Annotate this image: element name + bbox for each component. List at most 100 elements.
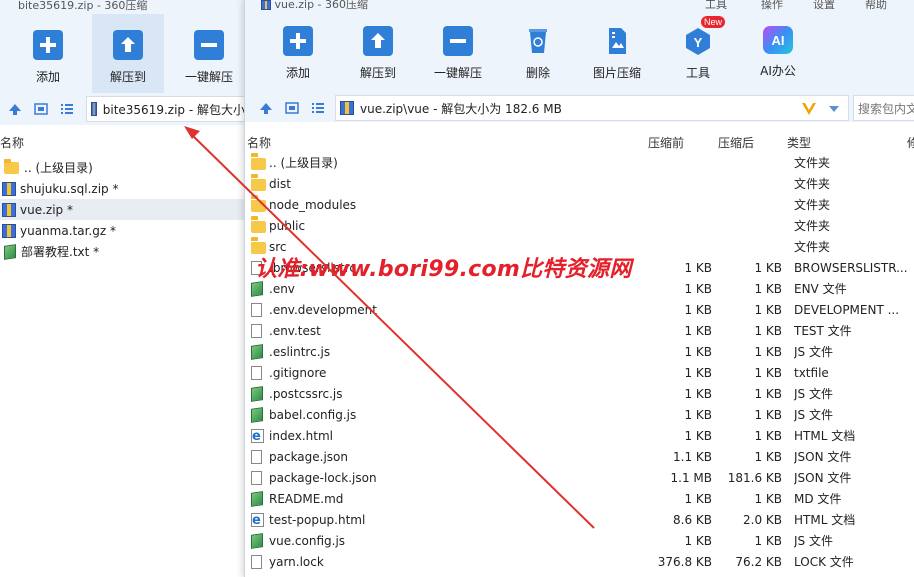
view-list-icon[interactable] [311, 101, 325, 115]
table-row[interactable]: .gitignore 1 KB 1 KB txtfile [245, 363, 914, 384]
table-row[interactable]: package.json 1.1 KB 1 KB JSON 文件 [245, 447, 914, 468]
back-column-name[interactable]: 名称 [0, 132, 24, 154]
extract-to-button[interactable]: 解压到 [351, 0, 405, 80]
size-after: 1 KB [754, 492, 782, 506]
image-compress-icon [602, 26, 632, 56]
back-one-click-extract-button[interactable]: 一键解压 [178, 14, 240, 93]
table-row[interactable]: index.html 1 KB 1 KB HTML 文档 [245, 426, 914, 447]
html-file-icon [251, 429, 266, 444]
back-add-button[interactable]: 添加 [18, 14, 78, 93]
file-icon [251, 555, 262, 569]
list-item[interactable]: shujuku.sql.zip * [0, 178, 244, 199]
table-row[interactable]: .postcssrc.js 1 KB 1 KB JS 文件 [245, 384, 914, 405]
size-before: 1.1 MB [670, 471, 712, 485]
table-row[interactable]: yarn.lock 376.8 KB 76.2 KB LOCK 文件 [245, 552, 914, 573]
file-type: JSON 文件 [794, 471, 852, 485]
one-click-extract-button[interactable]: 一键解压 [428, 0, 488, 80]
file-type: 文件夹 [794, 177, 831, 191]
zip-icon [340, 101, 354, 115]
table-row[interactable]: .env.development 1 KB 1 KB DEVELOPMENT ... [245, 300, 914, 321]
front-address-bar: vue.zip\vue - 解包大小为 182.6 MB 搜索包内文 [245, 92, 914, 122]
file-type: JS 文件 [794, 345, 833, 359]
chevron-down-icon[interactable] [828, 105, 840, 113]
folder-icon [251, 179, 266, 191]
delete-button[interactable]: 删除 [515, 0, 561, 80]
menu-settings[interactable]: 设置 [813, 0, 835, 12]
column-before[interactable]: 压缩前 [648, 132, 684, 154]
file-name: yarn.lock [269, 555, 324, 569]
up-arrow-icon[interactable] [8, 102, 22, 116]
list-item[interactable]: .. (上级目录) [0, 157, 244, 178]
ai-office-icon: AI [763, 26, 793, 54]
table-row[interactable]: test-popup.html 8.6 KB 2.0 KB HTML 文档 [245, 510, 914, 531]
file-type: 文件夹 [794, 198, 831, 212]
green-file-icon [251, 386, 266, 402]
size-after: 1 KB [754, 408, 782, 422]
green-file-icon [251, 344, 266, 360]
size-before: 1 KB [684, 408, 712, 422]
table-row[interactable]: vue.config.js 1 KB 1 KB JS 文件 [245, 531, 914, 552]
view-thumbnail-icon[interactable] [285, 101, 299, 115]
file-type: HTML 文档 [794, 513, 856, 527]
one-click-extract-icon [194, 30, 224, 60]
green-file-icon [251, 407, 266, 423]
column-modified[interactable]: 修 [907, 132, 914, 154]
tools-button[interactable]: Y 工具 New [675, 0, 726, 80]
file-name: .postcssrc.js [269, 387, 343, 401]
green-file-icon [251, 386, 263, 402]
file-name: index.html [269, 429, 333, 443]
file-icon [251, 555, 266, 570]
search-input[interactable]: 搜索包内文 [853, 95, 914, 121]
one-click-extract-icon [443, 26, 473, 56]
delete-icon [523, 26, 553, 56]
ai-office-button[interactable]: AI AI办公 [753, 0, 803, 79]
view-thumbnail-icon[interactable] [34, 102, 48, 116]
size-after: 1 KB [754, 429, 782, 443]
address-field[interactable]: vue.zip\vue - 解包大小为 182.6 MB [335, 95, 849, 121]
vue-logo-icon [802, 103, 816, 115]
file-type: JSON 文件 [794, 450, 852, 464]
column-name[interactable]: 名称 [247, 132, 271, 154]
table-row[interactable]: README.md 1 KB 1 KB MD 文件 [245, 489, 914, 510]
add-button[interactable]: 添加 [271, 0, 325, 80]
file-name: public [269, 219, 306, 233]
back-address-field[interactable]: bite35619.zip - 解包大小 [86, 96, 246, 122]
table-row[interactable]: .env.test 1 KB 1 KB TEST 文件 [245, 321, 914, 342]
file-type: 文件夹 [794, 156, 831, 170]
view-list-icon[interactable] [60, 102, 74, 116]
table-row[interactable]: node_modules 文件夹 [245, 195, 914, 216]
extract-to-icon [113, 30, 143, 60]
file-type: HTML 文档 [794, 429, 856, 443]
table-row[interactable]: public 文件夹 [245, 216, 914, 237]
up-arrow-icon[interactable] [259, 101, 273, 115]
size-before: 1 KB [684, 492, 712, 506]
column-type[interactable]: 类型 [787, 132, 811, 154]
folder-icon [251, 156, 266, 171]
size-before: 1.1 KB [673, 450, 712, 464]
size-after: 2.0 KB [743, 513, 782, 527]
folder-icon [251, 219, 266, 234]
folder-icon [251, 200, 266, 212]
table-row[interactable]: package-lock.json 1.1 MB 181.6 KB JSON 文件 [245, 468, 914, 489]
file-icon [251, 303, 262, 317]
list-item[interactable]: yuanma.tar.gz * [0, 220, 244, 241]
folder-icon [251, 221, 266, 233]
zip-icon [261, 0, 271, 10]
file-icon [251, 324, 262, 338]
table-row[interactable]: .. (上级目录) 文件夹 [245, 153, 914, 174]
table-row[interactable]: .eslintrc.js 1 KB 1 KB JS 文件 [245, 342, 914, 363]
menu-help[interactable]: 帮助 [865, 0, 887, 12]
size-before: 1 KB [684, 282, 712, 296]
image-compress-button[interactable]: 图片压缩 [587, 0, 647, 80]
file-name: vue.config.js [269, 534, 346, 548]
file-icon [251, 366, 266, 381]
list-item[interactable]: vue.zip * [0, 199, 244, 220]
table-row[interactable]: babel.config.js 1 KB 1 KB JS 文件 [245, 405, 914, 426]
table-row[interactable]: dist 文件夹 [245, 174, 914, 195]
file-icon [251, 471, 262, 485]
column-after[interactable]: 压缩后 [718, 132, 754, 154]
file-type: 文件夹 [794, 219, 831, 233]
list-item[interactable]: 部署教程.txt * [0, 241, 244, 262]
back-extract-to-button[interactable]: 解压到 [92, 14, 164, 93]
size-before: 1 KB [684, 366, 712, 380]
